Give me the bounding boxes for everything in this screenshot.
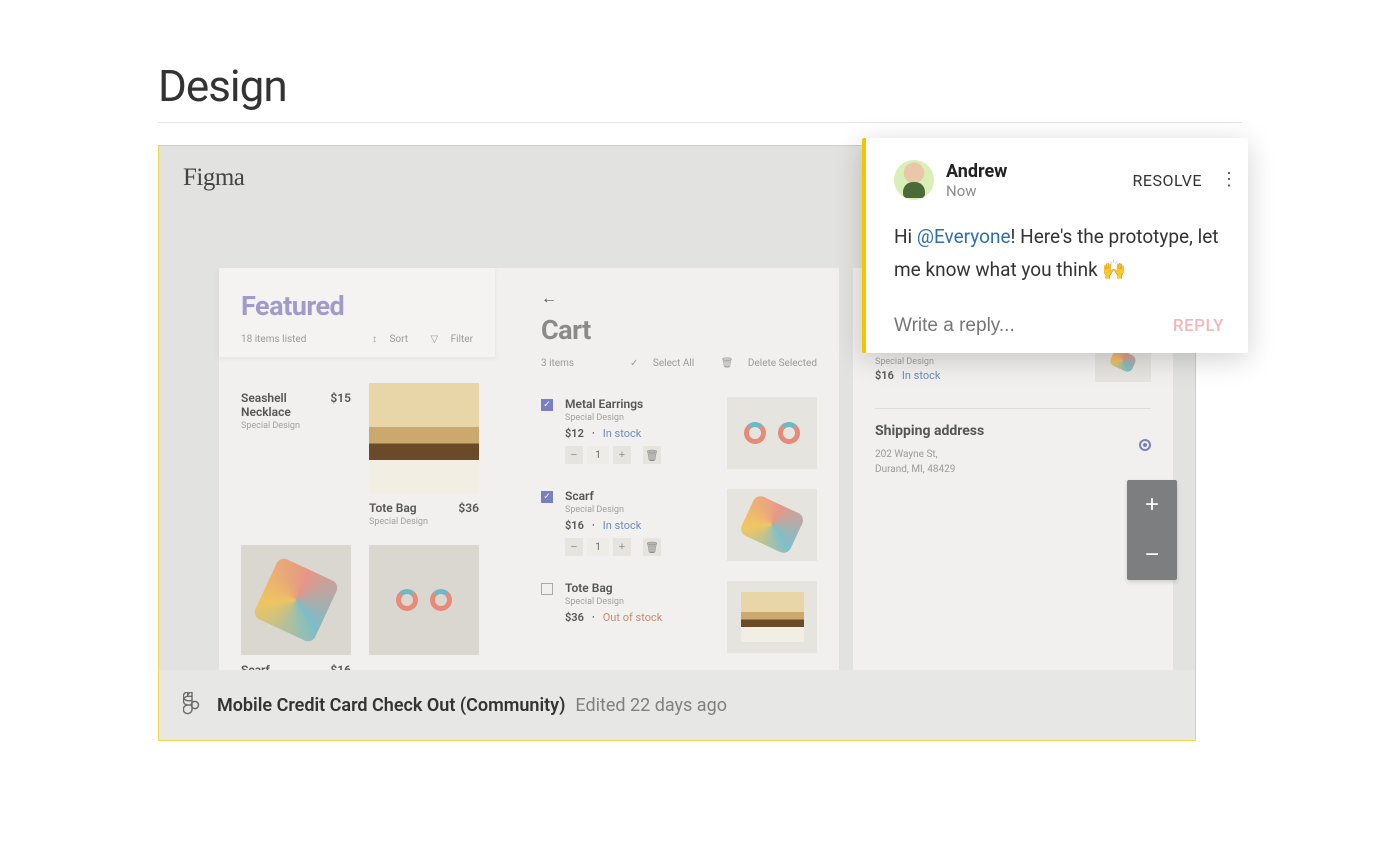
cart-title: Cart bbox=[541, 314, 817, 346]
address-radio-selected[interactable] bbox=[1139, 439, 1151, 451]
item-sub: Special Design bbox=[565, 413, 715, 423]
back-arrow-icon[interactable]: ← bbox=[541, 288, 817, 308]
resolve-button[interactable]: RESOLVE bbox=[1133, 171, 1203, 190]
frame-featured: Featured 18 items listed ↕ Sort ▽ Filter… bbox=[219, 268, 535, 670]
qty-minus-button[interactable]: − bbox=[565, 538, 583, 556]
qty-value: 1 bbox=[587, 446, 609, 464]
item-checkbox[interactable]: ✓ bbox=[541, 491, 553, 503]
qty-plus-button[interactable]: + bbox=[613, 538, 631, 556]
item-stock: In stock bbox=[603, 427, 642, 440]
embed-edited-label: Edited 22 days ago bbox=[575, 695, 727, 716]
item-price: $36 bbox=[565, 611, 584, 624]
item-delete-button[interactable]: 🗑 bbox=[643, 446, 661, 464]
embed-footer: Mobile Credit Card Check Out (Community)… bbox=[159, 670, 1195, 740]
product-name: Scarf bbox=[241, 663, 270, 670]
check-icon: ✓ bbox=[630, 358, 641, 369]
item-sub: Special Design bbox=[565, 505, 715, 515]
frame-cart: ← Cart 3 items ✓ Select All 🗑 Delete Sel… bbox=[519, 268, 839, 670]
more-menu-icon[interactable]: ⋮ bbox=[1220, 178, 1224, 182]
shipping-address: 202 Wayne St, Durand, MI, 48429 bbox=[875, 447, 955, 477]
comment-body: Hi @Everyone! Here's the prototype, let … bbox=[894, 220, 1224, 287]
item-stock: In stock bbox=[902, 369, 941, 382]
zoom-in-button[interactable]: + bbox=[1127, 480, 1177, 530]
product-card[interactable]: Scarf$16 Special Design bbox=[241, 545, 351, 670]
sort-icon: ↕ bbox=[372, 334, 379, 345]
item-stock: Out of stock bbox=[603, 611, 663, 624]
cart-item: Tote Bag Special Design $36·Out of stock bbox=[541, 571, 817, 663]
product-price: $15 bbox=[330, 391, 351, 405]
product-grid: Seashell Necklace$15 Special Design Tote… bbox=[241, 383, 535, 670]
trash-icon: 🗑 bbox=[645, 542, 659, 554]
page-title: Design bbox=[158, 60, 1242, 112]
item-delete-button[interactable]: 🗑 bbox=[643, 538, 661, 556]
figma-logo-icon bbox=[183, 692, 201, 718]
shipping-section: Shipping address 202 Wayne St, Durand, M… bbox=[853, 417, 1173, 483]
select-all-button[interactable]: ✓ Select All bbox=[618, 358, 694, 369]
cart-count: 3 items bbox=[541, 358, 574, 369]
comment-time: Now bbox=[946, 182, 1007, 200]
reply-button[interactable]: REPLY bbox=[1173, 316, 1224, 336]
item-stock: In stock bbox=[603, 519, 642, 532]
item-thumbnail bbox=[727, 581, 817, 653]
qty-stepper[interactable]: −1+ 🗑 bbox=[565, 538, 715, 556]
cart-items: ✓ Metal Earrings Special Design $12·In s… bbox=[519, 377, 839, 670]
product-image bbox=[369, 383, 479, 493]
delete-selected-button[interactable]: 🗑 Delete Selected bbox=[709, 358, 817, 369]
zoom-out-button[interactable]: − bbox=[1127, 530, 1177, 580]
product-card[interactable]: Tote Bag $36 Special Design bbox=[369, 383, 479, 527]
featured-header: Featured 18 items listed ↕ Sort ▽ Filter bbox=[219, 268, 495, 357]
comment-popover: Andrew Now RESOLVE ⋮ Hi @Everyone! Here'… bbox=[862, 138, 1248, 353]
reply-input[interactable] bbox=[894, 315, 1125, 337]
comment-author: Andrew bbox=[946, 161, 1007, 182]
item-name: Tote Bag bbox=[565, 581, 715, 595]
qty-plus-button[interactable]: + bbox=[613, 446, 631, 464]
shipping-title: Shipping address bbox=[875, 423, 1151, 439]
sort-button[interactable]: ↕ Sort bbox=[362, 334, 408, 345]
mention[interactable]: @Everyone bbox=[917, 225, 1011, 248]
trash-icon: 🗑 bbox=[645, 450, 659, 462]
cart-item: ✓ Metal Earrings Special Design $12·In s… bbox=[541, 387, 817, 479]
product-name: Seashell Necklace bbox=[241, 391, 330, 419]
featured-count: 18 items listed bbox=[241, 334, 306, 345]
avatar bbox=[894, 160, 934, 200]
trash-icon: 🗑 bbox=[721, 358, 736, 369]
qty-minus-button[interactable]: − bbox=[565, 446, 583, 464]
divider bbox=[158, 122, 1242, 123]
item-checkbox[interactable] bbox=[541, 583, 553, 595]
item-checkbox[interactable]: ✓ bbox=[541, 399, 553, 411]
featured-actions: ↕ Sort ▽ Filter bbox=[352, 334, 473, 345]
item-thumbnail bbox=[727, 397, 817, 469]
item-name: Metal Earrings bbox=[565, 397, 715, 411]
product-sub: Special Design bbox=[241, 421, 351, 431]
product-price: $16 bbox=[330, 663, 351, 670]
qty-value: 1 bbox=[587, 538, 609, 556]
embed-file-title[interactable]: Mobile Credit Card Check Out (Community)… bbox=[217, 695, 727, 716]
item-thumbnail bbox=[727, 489, 817, 561]
qty-stepper[interactable]: −1+ 🗑 bbox=[565, 446, 715, 464]
product-card[interactable]: Seashell Necklace$15 Special Design bbox=[241, 383, 351, 527]
item-price: $16 bbox=[875, 369, 894, 382]
product-image bbox=[369, 545, 479, 655]
product-card[interactable] bbox=[369, 545, 479, 670]
cart-item: ✓ Scarf Special Design $16·In stock −1+🗑 bbox=[541, 479, 817, 571]
item-price: $12 bbox=[565, 427, 584, 440]
product-sub: Special Design bbox=[369, 517, 479, 527]
item-sub: Special Design bbox=[565, 597, 715, 607]
product-price: $36 bbox=[458, 501, 479, 515]
item-sub: Special Design bbox=[875, 357, 940, 367]
divider bbox=[875, 408, 1151, 409]
featured-title: Featured bbox=[241, 290, 473, 322]
filter-button[interactable]: ▽ Filter bbox=[420, 334, 473, 345]
zoom-controls: + − bbox=[1127, 480, 1177, 580]
item-price: $16 bbox=[565, 519, 584, 532]
product-name: Tote Bag bbox=[369, 501, 417, 515]
item-name: Scarf bbox=[565, 489, 715, 503]
product-image bbox=[241, 545, 351, 655]
filter-icon: ▽ bbox=[430, 334, 440, 345]
